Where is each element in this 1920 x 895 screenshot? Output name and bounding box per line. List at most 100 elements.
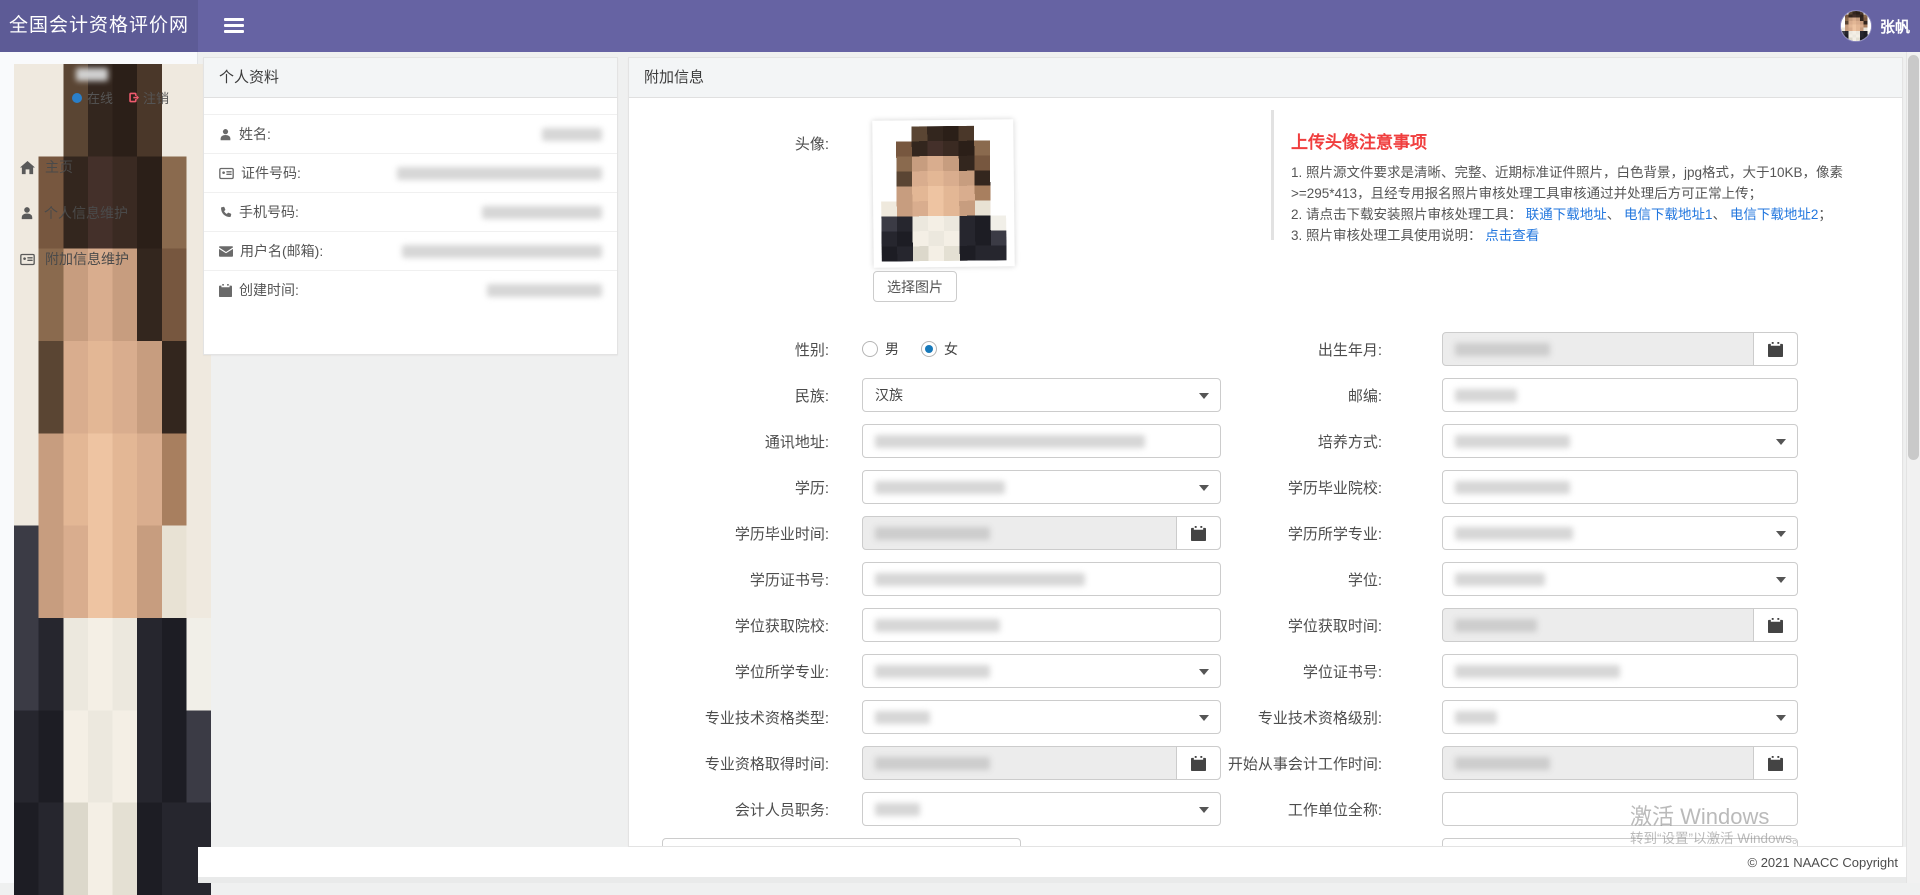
field-accounting-position: 会计人员职务:: [629, 792, 1221, 826]
notice-item-3: 3. 照片审核处理工具使用说明： 点击查看: [1291, 225, 1869, 246]
redacted-value: [1455, 481, 1570, 494]
topbar-user[interactable]: 张帆: [1840, 0, 1910, 52]
sidebar-item-personal-info[interactable]: 个人信息维护: [0, 190, 197, 236]
clipped-input[interactable]: [1442, 838, 1798, 847]
field-professional-title-date: 专业资格取得时间:: [629, 746, 1221, 780]
redacted-value: [482, 206, 602, 219]
mailing-address-input[interactable]: [862, 424, 1221, 458]
field-degree-certificate-no: 学位证书号:: [1182, 654, 1798, 688]
sidebar-item-home[interactable]: 主页: [0, 144, 197, 190]
profile-row-name: 姓名:: [204, 114, 617, 153]
professional-title-level-select[interactable]: [1442, 700, 1798, 734]
field-mailing-address: 通讯地址:: [629, 424, 1221, 458]
choose-image-button[interactable]: 选择图片: [873, 271, 957, 302]
profile-row-id-number: 证件号码:: [204, 153, 617, 192]
postal-code-input[interactable]: [1442, 378, 1798, 412]
field-clipped-right: [1182, 838, 1798, 847]
redacted-value: [1455, 573, 1545, 586]
field-education: 学历:: [629, 470, 1221, 504]
scrollbar-track[interactable]: [1906, 52, 1920, 883]
redacted-value: [542, 128, 602, 141]
calendar-picker-button[interactable]: [1753, 747, 1797, 779]
education-school-input[interactable]: [1442, 470, 1798, 504]
field-education-major: 学历所学专业:: [1182, 516, 1798, 550]
calendar-icon: [1768, 342, 1783, 357]
user-name: 张帆: [1880, 16, 1910, 37]
redacted-value: [875, 757, 990, 770]
gender-radio-male[interactable]: 男: [862, 339, 899, 359]
id-card-icon: [20, 252, 35, 267]
additional-panel-title: 附加信息: [629, 58, 1902, 98]
field-training-mode: 培养方式:: [1182, 424, 1798, 458]
calendar-icon: [1768, 618, 1783, 633]
education-major-select[interactable]: [1442, 516, 1798, 550]
redacted-value: [875, 619, 1000, 632]
field-gender: 性别: 男 女: [629, 332, 1221, 366]
online-status-icon: [72, 93, 82, 103]
education-select[interactable]: [862, 470, 1221, 504]
redacted-value: [875, 527, 990, 540]
user-icon: [20, 206, 34, 220]
download-link-telecom-2[interactable]: 电信下载地址2: [1730, 207, 1819, 222]
avatar-field-label: 头像:: [629, 133, 829, 154]
professional-title-date-input[interactable]: [862, 746, 1221, 780]
app-title: 全国会计资格评价网: [0, 0, 198, 52]
field-professional-title-type: 专业技术资格类型:: [629, 700, 1221, 734]
education-graduation-date-input[interactable]: [862, 516, 1221, 550]
field-degree-school: 学位获取院校:: [629, 608, 1221, 642]
redacted-value: [875, 803, 920, 816]
sidebar-item-additional-info[interactable]: 附加信息维护: [0, 236, 197, 282]
calendar-picker-button[interactable]: [1753, 333, 1797, 365]
education-certificate-no-input[interactable]: [862, 562, 1221, 596]
field-education-graduation-date: 学历毕业时间:: [629, 516, 1221, 550]
download-link-unicom[interactable]: 联通下载地址: [1526, 207, 1607, 222]
redacted-value: [487, 284, 602, 297]
redacted-value: [1455, 343, 1550, 356]
logout-link[interactable]: 注销: [126, 88, 169, 107]
scrollbar-thumb[interactable]: [1908, 55, 1919, 460]
profile-row-username-email: 用户名(邮箱):: [204, 231, 617, 270]
field-employer-name: 工作单位全称:: [1182, 792, 1798, 826]
additional-info-panel: 附加信息 头像: 选择图片 上传头像注意事项 1. 照片源文件要求是清晰、完整、…: [628, 57, 1903, 847]
field-clipped-left: [629, 838, 1221, 847]
redacted-value: [1455, 665, 1620, 678]
degree-school-input[interactable]: [862, 608, 1221, 642]
notice-divider: [1271, 110, 1274, 240]
redacted-value: [1455, 435, 1570, 448]
usage-guide-link[interactable]: 点击查看: [1485, 228, 1539, 243]
sidebar-user-name-redacted: [76, 68, 108, 81]
menu-toggle-icon[interactable]: [224, 18, 244, 34]
employer-name-input[interactable]: [1442, 792, 1798, 826]
bottom-strip: [198, 877, 1920, 883]
nationality-select[interactable]: 汉族: [862, 378, 1221, 412]
id-card-icon: [219, 167, 234, 180]
upload-notice: 上传头像注意事项 1. 照片源文件要求是清晰、完整、近期标准证件照片，白色背景，…: [1291, 128, 1869, 246]
notice-title: 上传头像注意事项: [1291, 128, 1869, 153]
calendar-picker-button[interactable]: [1753, 609, 1797, 641]
clipped-input[interactable]: [662, 838, 1021, 847]
footer: [198, 847, 1920, 877]
chevron-down-icon: [1776, 531, 1786, 537]
redacted-value: [1455, 527, 1573, 540]
sidebar: 在线 注销 主页 个人信息维护 附加信息维护: [0, 52, 198, 883]
calendar-icon: [1768, 756, 1783, 771]
online-status-label: 在线: [87, 88, 113, 107]
redacted-value: [1455, 619, 1537, 632]
redacted-value: [875, 665, 990, 678]
professional-title-type-select[interactable]: [862, 700, 1221, 734]
degree-certificate-no-input[interactable]: [1442, 654, 1798, 688]
birth-date-input[interactable]: [1442, 332, 1798, 366]
degree-major-select[interactable]: [862, 654, 1221, 688]
download-link-telecom-1[interactable]: 电信下载地址1: [1624, 207, 1713, 222]
degree-date-input[interactable]: [1442, 608, 1798, 642]
accounting-position-select[interactable]: [862, 792, 1221, 826]
redacted-value: [397, 167, 602, 180]
degree-select[interactable]: [1442, 562, 1798, 596]
accounting-start-date-input[interactable]: [1442, 746, 1798, 780]
gender-radio-female[interactable]: 女: [921, 339, 958, 359]
field-postal-code: 邮编:: [1182, 378, 1798, 412]
training-mode-select[interactable]: [1442, 424, 1798, 458]
home-icon: [20, 160, 35, 175]
calendar-icon: [219, 284, 232, 297]
field-degree-major: 学位所学专业:: [629, 654, 1221, 688]
